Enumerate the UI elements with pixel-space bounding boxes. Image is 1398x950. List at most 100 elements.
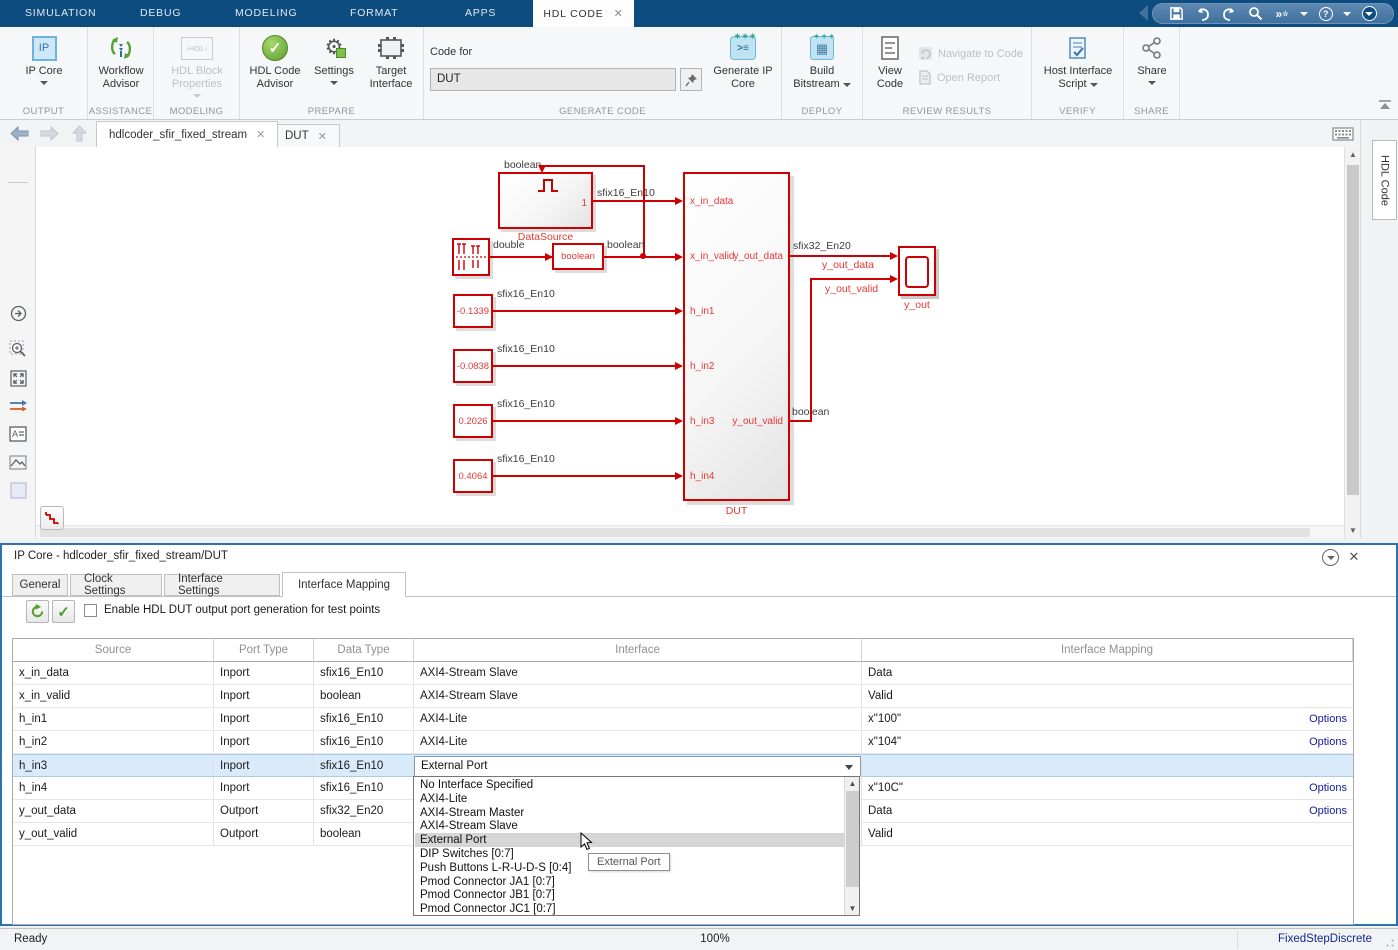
target-interface-button[interactable]: Target Interface xyxy=(362,33,420,91)
dropdown-item[interactable]: Pmod Connector JB1 [0:7] xyxy=(415,888,845,902)
cell-interface[interactable]: AXI4-Stream Slave xyxy=(414,662,862,685)
panel-tab-interface-settings[interactable]: Interface Settings xyxy=(164,574,280,596)
validate-button[interactable]: ✓ xyxy=(52,600,75,623)
signal-line[interactable] xyxy=(493,310,678,312)
constant-block[interactable]: -0.1339 xyxy=(453,294,493,328)
menu-tab-modeling[interactable]: MODELING xyxy=(235,0,297,27)
favorites-caret-icon[interactable] xyxy=(1300,12,1308,16)
close-icon[interactable]: ✕ xyxy=(318,130,327,143)
scroll-down-icon[interactable]: ▼ xyxy=(1345,523,1361,538)
datasource-block[interactable]: 1 xyxy=(498,172,593,229)
dropdown-item[interactable]: AXI4-Lite xyxy=(415,792,845,806)
help-caret-icon[interactable] xyxy=(1343,12,1351,16)
scroll-down-icon[interactable]: ▼ xyxy=(845,902,860,915)
dropdown-item[interactable]: AXI4-Stream Slave xyxy=(415,819,845,833)
table-row[interactable]: h_in1Inportsfix16_En10AXI4-Litex"100"Opt… xyxy=(13,708,1353,731)
panel-tab-interface-mapping[interactable]: Interface Mapping xyxy=(282,572,406,597)
table-row[interactable]: x_in_validInportbooleanAXI4-Stream Slave… xyxy=(13,685,1353,708)
signal-line[interactable] xyxy=(545,165,644,167)
hdl-block-properties-button[interactable]: ›HDL‹ HDL Block Properties xyxy=(157,33,237,98)
test-points-checkbox[interactable] xyxy=(84,604,97,617)
menu-tab-format[interactable]: FORMAT xyxy=(350,0,398,27)
scrollbar-thumb[interactable] xyxy=(1347,165,1359,495)
dropdown-item[interactable]: Pmod Connector JC1 [0:7] xyxy=(415,902,845,916)
image-icon[interactable] xyxy=(7,451,29,473)
panel-tab-clock-settings[interactable]: Clock Settings xyxy=(70,574,162,596)
view-code-button[interactable]: View Code xyxy=(868,33,912,91)
solver-name[interactable]: FixedStepDiscrete xyxy=(1278,933,1372,945)
canvas-horizontal-scrollbar[interactable] xyxy=(36,525,1344,538)
ip-core-button[interactable]: IP IP Core xyxy=(13,33,75,85)
open-report-button[interactable]: Open Report xyxy=(918,70,1000,85)
signal-line[interactable] xyxy=(490,256,552,258)
cell-interface[interactable]: AXI4-Lite xyxy=(414,708,862,731)
collapse-ribbon-icon[interactable] xyxy=(1376,97,1394,113)
panel-close-icon[interactable]: ✕ xyxy=(1346,549,1362,565)
table-row[interactable]: h_in3Inportsfix16_En10External Port xyxy=(13,754,1353,777)
cell-interface[interactable]: External Port xyxy=(414,754,862,777)
signal-line[interactable] xyxy=(790,420,812,422)
canvas-vertical-scrollbar[interactable]: ▲ ▼ xyxy=(1344,147,1360,538)
dut-subsystem-block[interactable]: x_in_data x_in_valid h_in1 h_in2 h_in3 h… xyxy=(683,172,790,501)
options-link[interactable]: Options xyxy=(1309,777,1347,799)
qat-collapse-icon[interactable] xyxy=(1139,5,1148,21)
workflow-advisor-button[interactable]: Workflow Advisor xyxy=(89,33,153,91)
tab-hdl-code[interactable]: HDL CODE ✕ xyxy=(533,0,634,27)
keyboard-shortcuts-icon[interactable] xyxy=(1330,125,1356,143)
interface-combobox[interactable]: External Port xyxy=(414,756,861,777)
table-row[interactable]: h_in2Inportsfix16_En10AXI4-Litex"104"Opt… xyxy=(13,731,1353,754)
redo-icon[interactable] xyxy=(1221,5,1238,22)
scope-block[interactable] xyxy=(898,246,936,296)
signal-line[interactable] xyxy=(493,365,678,367)
refresh-button[interactable] xyxy=(26,600,49,623)
save-icon[interactable] xyxy=(1168,5,1185,22)
close-icon[interactable]: ✕ xyxy=(256,128,265,141)
options-link[interactable]: Options xyxy=(1309,800,1347,822)
cell-interface[interactable]: AXI4-Lite xyxy=(414,731,862,754)
panel-collapse-icon[interactable] xyxy=(1322,549,1339,566)
menu-tab-apps[interactable]: APPS xyxy=(465,0,496,27)
close-icon[interactable]: ✕ xyxy=(614,7,624,20)
annotation-arrow-icon[interactable] xyxy=(7,302,29,324)
menu-tab-simulation[interactable]: SIMULATION xyxy=(25,0,96,27)
up-icon[interactable] xyxy=(68,124,90,143)
generate-ip-core-button[interactable]: >≡✶✶✶ Generate IP Core xyxy=(712,33,774,91)
table-row[interactable]: x_in_dataInportsfix16_En10AXI4-Stream Sl… xyxy=(13,662,1353,685)
forward-icon[interactable] xyxy=(38,124,60,143)
constant-block[interactable]: -0.0838 xyxy=(453,349,493,383)
scroll-up-icon[interactable]: ▲ xyxy=(845,777,860,790)
signal-routing-icon[interactable] xyxy=(7,395,29,417)
hdl-code-advisor-button[interactable]: ✓ HDL Code Advisor xyxy=(244,33,306,91)
scrollbar-thumb[interactable] xyxy=(40,528,1310,537)
zoom-region-icon[interactable] xyxy=(7,338,29,360)
signal-line[interactable] xyxy=(790,255,894,257)
constant-block[interactable]: 0.4064 xyxy=(453,459,493,493)
dropdown-item[interactable]: Pmod Connector JA1 [0:7] xyxy=(415,875,845,889)
options-link[interactable]: Options xyxy=(1309,731,1347,753)
search-icon[interactable] xyxy=(1247,5,1264,22)
dropdown-item[interactable]: AXI4-Stream Master xyxy=(415,806,845,820)
doc-tab-dut[interactable]: DUT ✕ xyxy=(272,124,340,147)
constant-block[interactable]: 0.2026 xyxy=(453,404,493,438)
share-button[interactable]: Share xyxy=(1131,33,1173,85)
code-for-combobox[interactable]: DUT xyxy=(430,68,676,91)
scrollbar-thumb[interactable] xyxy=(846,791,859,887)
stimulus-source-block[interactable] xyxy=(452,238,490,276)
annotation-icon[interactable]: A xyxy=(7,423,29,445)
sample-time-legend-button[interactable] xyxy=(40,506,64,530)
undo-icon[interactable] xyxy=(1195,5,1212,22)
fit-to-view-icon[interactable] xyxy=(7,367,29,389)
cell-interface[interactable]: AXI4-Stream Slave xyxy=(414,685,862,708)
panel-tab-general[interactable]: General xyxy=(12,574,68,596)
signal-line[interactable] xyxy=(593,200,678,202)
chevron-down-icon[interactable] xyxy=(845,765,853,770)
signal-line[interactable] xyxy=(810,278,812,421)
back-icon[interactable] xyxy=(8,124,30,143)
scroll-up-icon[interactable]: ▲ xyxy=(1345,147,1361,162)
signal-line[interactable] xyxy=(493,475,678,477)
data-type-conversion-block[interactable]: boolean xyxy=(552,243,604,270)
dropdown-scrollbar[interactable]: ▲ ▼ xyxy=(844,777,859,915)
account-icon[interactable] xyxy=(1361,5,1378,22)
settings-button[interactable]: ⚙ Settings xyxy=(312,33,356,85)
signal-line[interactable] xyxy=(810,278,894,280)
